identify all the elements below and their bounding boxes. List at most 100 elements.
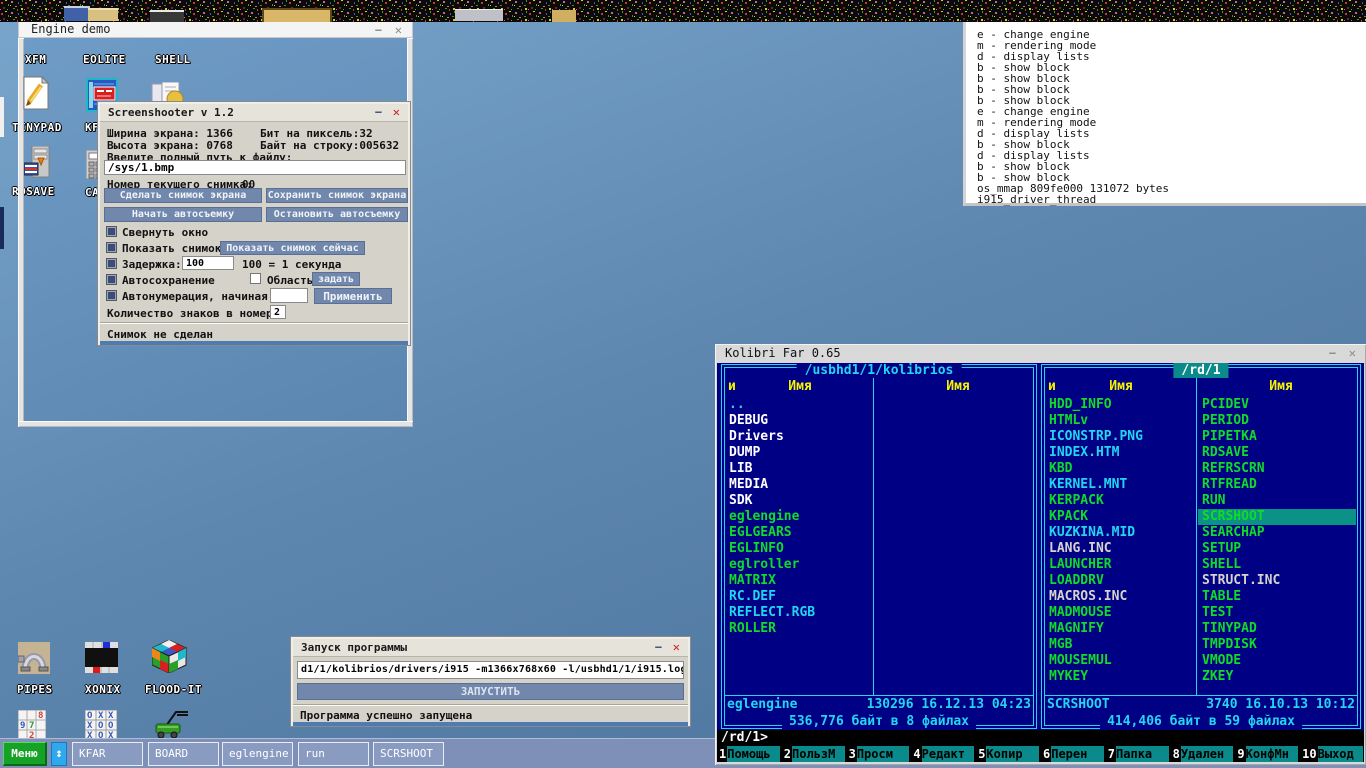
pipes-icon[interactable]	[18, 642, 50, 678]
file-item[interactable]: RUN	[1198, 493, 1356, 509]
file-item[interactable]: MYKEY	[1045, 669, 1195, 685]
fkey-1[interactable]: 1Помощь	[718, 746, 780, 762]
desktop-icon-label-shell[interactable]: SHELL	[155, 53, 191, 66]
file-item[interactable]: ROLLER	[725, 621, 871, 637]
desktop-icon-label-eolite[interactable]: EOLITE	[83, 53, 126, 66]
desktop-icon-label-xfm[interactable]: XFM	[25, 53, 46, 66]
file-item[interactable]: EGLINFO	[725, 541, 871, 557]
fkey-10[interactable]: 10Выход	[1301, 746, 1363, 762]
kfar-command-line[interactable]: /rd/1>	[717, 730, 1364, 746]
file-item[interactable]: MACROS.INC	[1045, 589, 1195, 605]
file-item[interactable]: KERPACK	[1045, 493, 1195, 509]
file-item[interactable]: KBD	[1045, 461, 1195, 477]
file-item[interactable]: eglroller	[725, 557, 871, 573]
floodit-icon[interactable]	[152, 640, 187, 677]
fkey-5[interactable]: 5Копир	[977, 746, 1039, 762]
take-screenshot-button[interactable]: Сделать снимок экрана	[104, 188, 262, 203]
fkey-7[interactable]: 7Папка	[1107, 746, 1169, 762]
fkey-4[interactable]: 4Редакт	[912, 746, 974, 762]
right-panel-path[interactable]: /rd/1	[1173, 363, 1228, 378]
stop-autoshoot-button[interactable]: Остановить автосъемку	[266, 207, 408, 222]
run-button[interactable]: ЗАПУСТИТЬ	[297, 683, 684, 700]
fkey-3[interactable]: 3Просм	[848, 746, 910, 762]
file-item[interactable]: REFLECT.RGB	[725, 605, 871, 621]
screenshooter-titlebar[interactable]: Screenshooter v 1.2 − ✕	[100, 104, 408, 122]
file-item[interactable]: TMPDISK	[1198, 637, 1356, 653]
kfar-minimize-button[interactable]: −	[1329, 345, 1336, 361]
tinypad-icon[interactable]	[23, 76, 49, 114]
file-item[interactable]: MOUSEMUL	[1045, 653, 1195, 669]
file-item[interactable]: MEDIA	[725, 477, 871, 493]
taskbar-task-board[interactable]: BOARD	[148, 742, 219, 766]
file-item[interactable]: MATRIX	[725, 573, 871, 589]
file-item[interactable]: TINYPAD	[1198, 621, 1356, 637]
delay-input[interactable]: 100	[182, 256, 234, 270]
file-item[interactable]: HDD_INFO	[1045, 397, 1195, 413]
kfar-titlebar[interactable]: Kolibri Far 0.65 − ✕	[717, 345, 1364, 362]
pipes-label[interactable]: PIPES	[17, 683, 53, 696]
file-item[interactable]: RTFREAD	[1198, 477, 1356, 493]
taskbar-task-scrshoot[interactable]: SCRSHOOT	[373, 742, 444, 766]
save-screenshot-button[interactable]: Сохранить снимок экрана	[266, 188, 408, 203]
autosave-checkbox[interactable]	[106, 274, 117, 285]
window-switch-button[interactable]: ↕	[51, 742, 67, 766]
minimize-window-checkbox[interactable]	[106, 226, 117, 237]
file-item[interactable]: SETUP	[1198, 541, 1356, 557]
file-item[interactable]: INDEX.HTM	[1045, 445, 1195, 461]
file-item[interactable]: EGLGEARS	[725, 525, 871, 541]
screenshooter-minimize-button[interactable]: −	[375, 104, 382, 120]
fkey-6[interactable]: 6Перен	[1042, 746, 1104, 762]
run-close-button[interactable]: ✕	[673, 639, 680, 655]
taskbar-task-kfar[interactable]: KFAR	[72, 742, 143, 766]
floodit-label[interactable]: FLOOD-IT	[145, 683, 202, 696]
file-item[interactable]: SHELL	[1198, 557, 1356, 573]
file-item[interactable]: PERIOD	[1198, 413, 1356, 429]
taskbar-task-run[interactable]: run	[298, 742, 369, 766]
file-item[interactable]: STRUCT.INC	[1198, 573, 1356, 589]
file-item[interactable]: LAUNCHER	[1045, 557, 1195, 573]
file-item[interactable]: SDK	[725, 493, 871, 509]
file-item[interactable]: eglengine	[725, 509, 871, 525]
start-autoshoot-button[interactable]: Начать автосъемку	[104, 207, 262, 222]
run-minimize-button[interactable]: −	[655, 639, 662, 655]
rdsave-icon[interactable]	[24, 146, 50, 183]
run-command-input[interactable]: d1/1/kolibrios/drivers/i915 -m1366x768x6…	[297, 661, 684, 679]
file-item[interactable]: PIPETKA	[1198, 429, 1356, 445]
area-checkbox[interactable]	[250, 273, 261, 284]
file-item[interactable]: KUZKINA.MID	[1045, 525, 1195, 541]
file-item[interactable]: MADMOUSE	[1045, 605, 1195, 621]
file-item[interactable]: SEARCHAP	[1198, 525, 1356, 541]
engine-close-button[interactable]: ✕	[395, 22, 402, 38]
file-item[interactable]: KERNEL.MNT	[1045, 477, 1195, 493]
file-item[interactable]: VMODE	[1198, 653, 1356, 669]
engine-minimize-button[interactable]: −	[375, 22, 382, 38]
area-set-button[interactable]: задать	[312, 272, 360, 286]
file-item[interactable]: TABLE	[1198, 589, 1356, 605]
file-item[interactable]: PCIDEV	[1198, 397, 1356, 413]
fkey-2[interactable]: 2ПользМ	[783, 746, 845, 762]
taskbar-task-eglengine[interactable]: eglengine	[222, 742, 293, 766]
run-dialog-titlebar[interactable]: Запуск программы − ✕	[293, 639, 688, 657]
xonix-label[interactable]: XONIX	[85, 683, 121, 696]
file-item[interactable]: Drivers	[725, 429, 871, 445]
show-shot-checkbox[interactable]	[106, 242, 117, 253]
screenshooter-close-button[interactable]: ✕	[393, 104, 400, 120]
fkey-9[interactable]: 9КонфМн	[1236, 746, 1298, 762]
delay-checkbox[interactable]	[106, 258, 117, 269]
apply-button[interactable]: Применить	[314, 288, 392, 304]
file-item[interactable]: ZKEY	[1198, 669, 1356, 685]
file-item[interactable]: SCRSHOOT	[1198, 509, 1356, 525]
file-item[interactable]: KPACK	[1045, 509, 1195, 525]
digits-count-input[interactable]: 2	[270, 305, 286, 319]
file-item[interactable]: ICONSTRP.PNG	[1045, 429, 1195, 445]
show-shot-now-button[interactable]: Показать снимок сейчас	[220, 241, 365, 255]
file-item[interactable]: LIB	[725, 461, 871, 477]
file-item[interactable]: TEST	[1198, 605, 1356, 621]
file-path-input[interactable]: /sys/1.bmp	[104, 160, 406, 175]
file-item[interactable]: RC.DEF	[725, 589, 871, 605]
file-item[interactable]: MAGNIFY	[1045, 621, 1195, 637]
file-item[interactable]: REFRSCRN	[1198, 461, 1356, 477]
file-item[interactable]: HTMLv	[1045, 413, 1195, 429]
autonumber-input[interactable]	[270, 288, 308, 303]
fkey-8[interactable]: 8Удален	[1172, 746, 1234, 762]
